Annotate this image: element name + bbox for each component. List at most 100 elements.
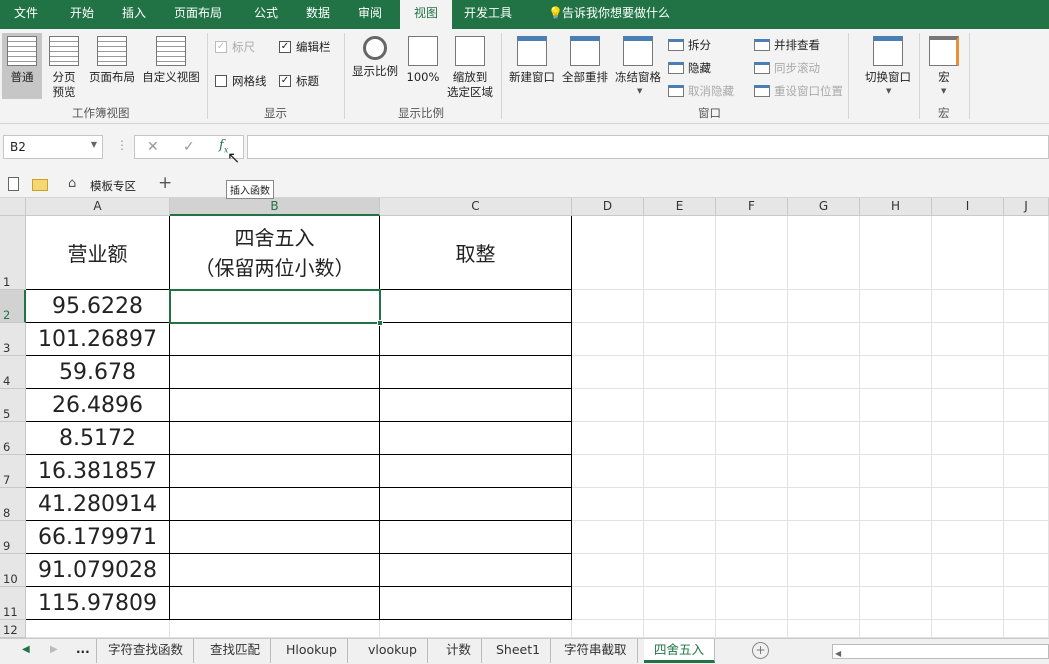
cell-D10[interactable] <box>572 554 644 587</box>
cell-I5[interactable] <box>932 389 1004 422</box>
cell-E1[interactable] <box>644 216 716 290</box>
cell-J11[interactable] <box>1004 587 1049 620</box>
cell-F3[interactable] <box>716 323 788 356</box>
cell-E3[interactable] <box>644 323 716 356</box>
cell-I6[interactable] <box>932 422 1004 455</box>
cell-I8[interactable] <box>932 488 1004 521</box>
cell-B4[interactable] <box>170 356 380 389</box>
window-small-button-5[interactable]: 重设窗口位置 <box>754 83 843 99</box>
column-header-B[interactable]: B <box>170 198 380 216</box>
cell-G1[interactable] <box>788 216 860 290</box>
cell-E10[interactable] <box>644 554 716 587</box>
cell-D7[interactable] <box>572 455 644 488</box>
cell-E5[interactable] <box>644 389 716 422</box>
cell-E11[interactable] <box>644 587 716 620</box>
cell-I7[interactable] <box>932 455 1004 488</box>
cell-H2[interactable] <box>860 290 932 323</box>
cell-A8[interactable]: 41.280914 <box>26 488 170 521</box>
chevron-down-icon[interactable]: ▼ <box>91 140 97 149</box>
cell-J7[interactable] <box>1004 455 1049 488</box>
cell-I3[interactable] <box>932 323 1004 356</box>
checkbox-3[interactable]: ✓ 标题 <box>279 73 319 89</box>
row-header-8[interactable]: 8 <box>0 488 26 521</box>
next-sheet-icon[interactable]: ▶ <box>50 644 58 655</box>
cell-B12[interactable] <box>170 620 380 638</box>
cell-E4[interactable] <box>644 356 716 389</box>
cell-B7[interactable] <box>170 455 380 488</box>
cell-D11[interactable] <box>572 587 644 620</box>
cell-A5[interactable]: 26.4896 <box>26 389 170 422</box>
cell-J8[interactable] <box>1004 488 1049 521</box>
cell-I9[interactable] <box>932 521 1004 554</box>
cell-H3[interactable] <box>860 323 932 356</box>
sheet-tab-2[interactable]: Hlookup <box>276 639 348 663</box>
cell-A11[interactable]: 115.97809 <box>26 587 170 620</box>
cell-A9[interactable]: 66.179971 <box>26 521 170 554</box>
menu-tab-8[interactable]: 开发工具 <box>456 0 520 29</box>
cell-A4[interactable]: 59.678 <box>26 356 170 389</box>
view-button-1[interactable]: 分页 预览 <box>44 33 84 99</box>
row-header-6[interactable]: 6 <box>0 422 26 455</box>
cell-J2[interactable] <box>1004 290 1049 323</box>
window-button-0[interactable]: 新建窗口 <box>505 33 559 99</box>
cell-F6[interactable] <box>716 422 788 455</box>
select-all-corner[interactable] <box>0 198 26 216</box>
cell-H9[interactable] <box>860 521 932 554</box>
menu-tab-0[interactable]: 文件 <box>6 0 46 29</box>
cell-H8[interactable] <box>860 488 932 521</box>
window-small-button-1[interactable]: 隐藏 <box>668 60 711 76</box>
cell-G6[interactable] <box>788 422 860 455</box>
cell-F8[interactable] <box>716 488 788 521</box>
cell-D9[interactable] <box>572 521 644 554</box>
cell-C12[interactable] <box>380 620 572 638</box>
template-tab[interactable]: 模板专区 <box>90 178 136 194</box>
cell-B3[interactable] <box>170 323 380 356</box>
folder-icon[interactable] <box>32 179 48 191</box>
column-header-G[interactable]: G <box>788 198 860 216</box>
cell-H10[interactable] <box>860 554 932 587</box>
cell-F10[interactable] <box>716 554 788 587</box>
column-header-E[interactable]: E <box>644 198 716 216</box>
sheet-tab-6[interactable]: 字符串截取 <box>554 639 638 663</box>
cell-J6[interactable] <box>1004 422 1049 455</box>
cell-E6[interactable] <box>644 422 716 455</box>
formula-input[interactable] <box>247 135 1049 159</box>
cell-G7[interactable] <box>788 455 860 488</box>
checkbox-empty-icon[interactable] <box>215 75 227 87</box>
cell-A1[interactable]: 营业额 <box>26 216 170 290</box>
dropdown-arrow-icon[interactable]: ▼ <box>941 87 946 95</box>
sheet-tab-7[interactable]: 四舍五入 <box>644 639 716 663</box>
row-header-9[interactable]: 9 <box>0 521 26 554</box>
cancel-icon[interactable]: ✕ <box>147 139 159 155</box>
cell-C9[interactable] <box>380 521 572 554</box>
prev-sheet-icon[interactable]: ◀ <box>22 644 30 655</box>
cell-B6[interactable] <box>170 422 380 455</box>
sheet-tab-0[interactable]: 字符查找函数 <box>98 639 195 663</box>
cell-F4[interactable] <box>716 356 788 389</box>
window-small-button-3[interactable]: 并排查看 <box>754 37 820 53</box>
cell-J4[interactable] <box>1004 356 1049 389</box>
cell-A6[interactable]: 8.5172 <box>26 422 170 455</box>
cell-H12[interactable] <box>860 620 932 638</box>
cell-J3[interactable] <box>1004 323 1049 356</box>
row-header-2[interactable]: 2 <box>0 290 26 323</box>
cell-A12[interactable] <box>26 620 170 638</box>
window-button-1[interactable]: 全部重排 <box>560 33 610 99</box>
cell-G4[interactable] <box>788 356 860 389</box>
cell-I10[interactable] <box>932 554 1004 587</box>
cell-C4[interactable] <box>380 356 572 389</box>
menu-tab-6[interactable]: 审阅 <box>350 0 390 29</box>
cell-C1[interactable]: 取整 <box>380 216 572 290</box>
checkbox-0[interactable]: ✓ 标尺 <box>215 39 255 55</box>
sheet-tab-4[interactable]: 计数 <box>436 639 483 663</box>
cell-H6[interactable] <box>860 422 932 455</box>
fill-handle[interactable] <box>377 320 383 326</box>
cell-I12[interactable] <box>932 620 1004 638</box>
cell-H5[interactable] <box>860 389 932 422</box>
window-small-button-0[interactable]: 拆分 <box>668 37 711 53</box>
new-file-icon[interactable] <box>8 177 19 191</box>
cell-F9[interactable] <box>716 521 788 554</box>
cell-A10[interactable]: 91.079028 <box>26 554 170 587</box>
cell-G12[interactable] <box>788 620 860 638</box>
tell-me-search[interactable]: 告诉我你想要做什么 <box>554 0 678 29</box>
